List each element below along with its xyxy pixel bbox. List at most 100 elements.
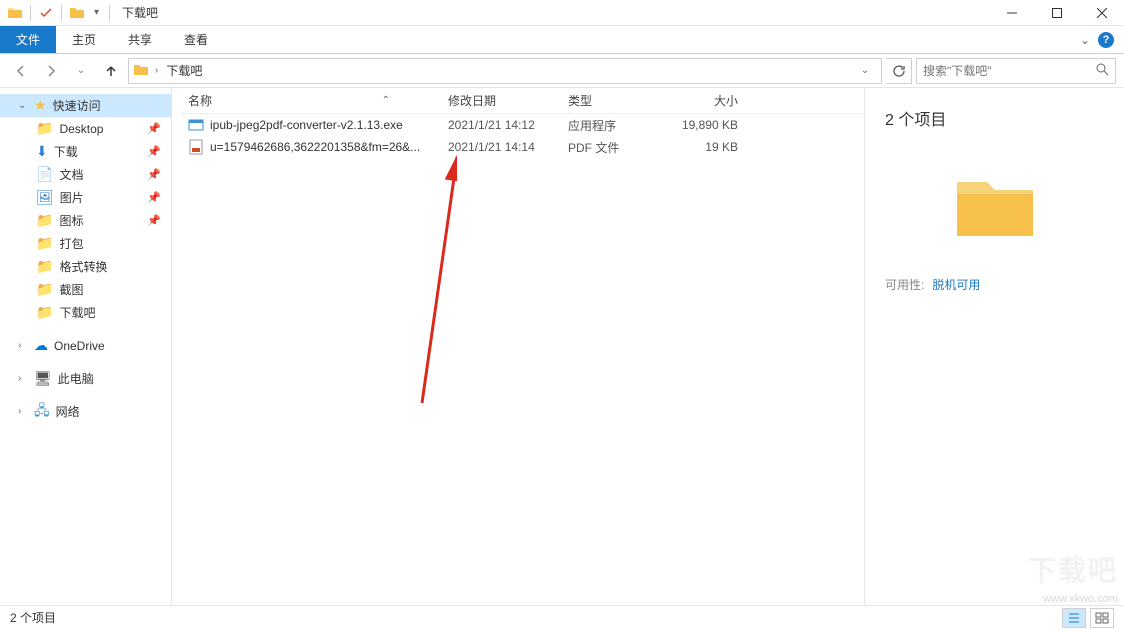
column-size[interactable]: 大小 — [670, 92, 750, 109]
refresh-button[interactable] — [886, 58, 912, 84]
document-icon: 📄 — [36, 166, 53, 183]
pin-icon: 📌 — [147, 122, 161, 135]
sidebar-item[interactable]: ⬇ 下载 📌 — [0, 140, 171, 163]
pdf-file-icon — [188, 139, 204, 155]
navbar: ⌄ › 下载吧 ⌄ — [0, 54, 1124, 88]
network-icon: 🖧 — [34, 400, 50, 424]
folder-icon: 📁 — [36, 304, 53, 321]
file-size: 19 KB — [670, 140, 750, 154]
search-input[interactable] — [923, 64, 1095, 78]
sidebar-item[interactable]: 📁 Desktop 📌 — [0, 117, 171, 140]
network-label: 网络 — [56, 403, 80, 420]
sidebar-item-label: 下载吧 — [59, 304, 95, 321]
sort-asc-icon: ⌃ — [382, 95, 390, 106]
availability-value: 脱机可用 — [932, 276, 980, 293]
ribbon-expand-icon[interactable]: ⌄ — [1080, 33, 1090, 47]
chevron-right-icon[interactable]: › — [18, 340, 28, 351]
close-button[interactable] — [1079, 0, 1124, 26]
column-date[interactable]: 修改日期 — [440, 92, 560, 109]
file-name: ipub-jpeg2pdf-converter-v2.1.13.exe — [210, 118, 403, 132]
nav-forward-button[interactable] — [38, 58, 64, 84]
file-type: PDF 文件 — [560, 139, 670, 156]
network[interactable]: › 🖧 网络 — [0, 400, 171, 423]
sidebar-item[interactable]: 📁 截图 — [0, 278, 171, 301]
ribbon-file-tab[interactable]: 文件 — [0, 26, 56, 53]
chevron-down-icon[interactable]: ⌄ — [18, 100, 28, 111]
qat-check-icon[interactable] — [37, 4, 55, 22]
sidebar-item[interactable]: 📄 文档 📌 — [0, 163, 171, 186]
folder-icon: 📁 — [36, 120, 53, 137]
quick-access-label: 快速访问 — [53, 97, 101, 114]
watermark-url: www.xkwo.com — [1043, 593, 1118, 605]
details-count: 2 个项目 — [885, 106, 946, 130]
onedrive[interactable]: › ☁ OneDrive — [0, 334, 171, 357]
column-type[interactable]: 类型 — [560, 92, 670, 109]
file-list[interactable]: 名称⌃ 修改日期 类型 大小 ipub-jpeg2pdf-converter-v… — [172, 88, 864, 605]
folder-icon: 📁 — [36, 235, 53, 252]
qat-folder-icon[interactable] — [68, 4, 86, 22]
quick-access[interactable]: ⌄ ★ 快速访问 — [0, 94, 171, 117]
file-row[interactable]: ipub-jpeg2pdf-converter-v2.1.13.exe 2021… — [180, 114, 864, 136]
chevron-right-icon[interactable]: › — [155, 65, 158, 76]
star-icon: ★ — [34, 97, 47, 114]
sidebar-item[interactable]: 📁 打包 — [0, 232, 171, 255]
exe-file-icon — [188, 117, 204, 133]
pin-icon: 📌 — [147, 168, 161, 181]
view-large-icons-button[interactable] — [1090, 608, 1114, 628]
sidebar-item-label: 文档 — [59, 166, 83, 183]
maximize-button[interactable] — [1034, 0, 1079, 26]
folder-icon-large — [947, 160, 1043, 256]
this-pc[interactable]: › 🖥 此电脑 — [0, 367, 171, 390]
address-dropdown-icon[interactable]: ⌄ — [853, 59, 877, 83]
nav-up-button[interactable] — [98, 58, 124, 84]
availability-label: 可用性: — [885, 276, 924, 293]
sidebar-item-label: 下载 — [54, 143, 78, 160]
sidebar-item-label: Desktop — [59, 122, 103, 136]
computer-icon: 🖥 — [34, 370, 52, 387]
address-folder-icon — [133, 62, 151, 80]
window-title: 下载吧 — [122, 4, 158, 21]
sidebar-item-label: 格式转换 — [59, 258, 107, 275]
onedrive-label: OneDrive — [54, 339, 105, 353]
nav-recent-button[interactable]: ⌄ — [68, 58, 94, 84]
file-type: 应用程序 — [560, 117, 670, 134]
sidebar-item[interactable]: 📁 格式转换 — [0, 255, 171, 278]
sidebar-item[interactable]: 📁 下载吧 — [0, 301, 171, 324]
address-bar[interactable]: › 下载吧 ⌄ — [128, 58, 882, 84]
app-folder-icon — [6, 4, 24, 22]
minimize-button[interactable] — [989, 0, 1034, 26]
ribbon-tab-view[interactable]: 查看 — [168, 26, 224, 53]
file-row[interactable]: u=1579462686,3622201358&fm=26&... 2021/1… — [180, 136, 864, 158]
chevron-right-icon[interactable]: › — [18, 373, 28, 384]
breadcrumb[interactable]: 下载吧 — [162, 62, 206, 79]
sidebar-item[interactable]: 🖼 图片 📌 — [0, 186, 171, 209]
sidebar-item-label: 图标 — [59, 212, 83, 229]
nav-back-button[interactable] — [8, 58, 34, 84]
column-name[interactable]: 名称⌃ — [180, 92, 440, 109]
search-icon[interactable] — [1095, 62, 1109, 79]
help-icon[interactable]: ? — [1098, 32, 1114, 48]
status-bar: 2 个项目 — [0, 605, 1124, 629]
pin-icon: 📌 — [147, 214, 161, 227]
qat-customize-icon[interactable]: ▾ — [90, 7, 103, 18]
folder-icon: 📁 — [36, 281, 53, 298]
folder-icon: 📁 — [36, 258, 53, 275]
this-pc-label: 此电脑 — [58, 370, 94, 387]
navigation-pane: ⌄ ★ 快速访问 📁 Desktop 📌⬇ 下载 📌📄 文档 📌🖼 图片 📌📁 … — [0, 88, 172, 605]
ribbon: 文件 主页 共享 查看 ⌄ ? — [0, 26, 1124, 54]
titlebar: ▾ 下载吧 — [0, 0, 1124, 26]
file-date: 2021/1/21 14:14 — [440, 140, 560, 154]
search-box[interactable] — [916, 58, 1116, 84]
sidebar-item[interactable]: 📁 图标 📌 — [0, 209, 171, 232]
ribbon-tab-home[interactable]: 主页 — [56, 26, 112, 53]
file-date: 2021/1/21 14:12 — [440, 118, 560, 132]
content-area: 名称⌃ 修改日期 类型 大小 ipub-jpeg2pdf-converter-v… — [172, 88, 1124, 605]
pin-icon: 📌 — [147, 145, 161, 158]
chevron-right-icon[interactable]: › — [18, 406, 28, 417]
ribbon-tab-share[interactable]: 共享 — [112, 26, 168, 53]
view-details-button[interactable] — [1062, 608, 1086, 628]
sidebar-item-label: 图片 — [60, 189, 84, 206]
file-size: 19,890 KB — [670, 118, 750, 132]
watermark-logo: 下载吧 — [1028, 549, 1118, 589]
download-icon: ⬇ — [36, 143, 48, 160]
